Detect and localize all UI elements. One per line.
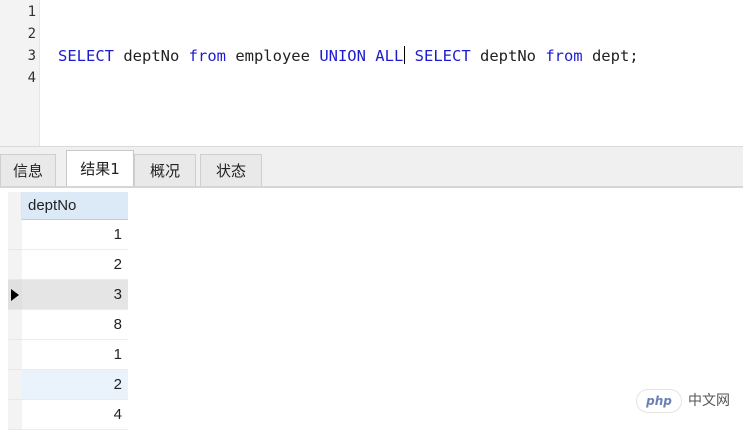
code-identifier: deptNo [470,47,546,65]
table-cell[interactable]: 2 [22,370,128,400]
row-header[interactable] [8,250,22,280]
php-logo-icon: php [636,389,682,413]
line-number: 2 [27,26,36,42]
row-header[interactable] [8,400,22,430]
table-cell[interactable]: 8 [22,310,128,340]
code-identifier: dept; [582,47,639,65]
keyword-union-all: UNION ALL [319,47,404,65]
line-number: 1 [27,4,36,20]
keyword-select: SELECT [414,47,471,65]
table-cell[interactable]: 1 [22,220,128,250]
table-cell[interactable]: 2 [22,250,128,280]
row-header-corner [8,192,22,220]
code-identifier: employee [225,47,320,65]
line-number-gutter: 1 2 3 4 [0,0,40,146]
row-header[interactable] [8,310,22,340]
current-row-pointer-icon [11,289,19,301]
line-number: 4 [27,70,36,86]
row-header[interactable] [8,370,22,400]
column-header-deptno[interactable]: deptNo [22,192,128,220]
tab-profile[interactable]: 概况 [134,154,196,189]
result-tab-strip: 信息 结果1 概况 状态 [0,146,743,189]
tab-result1[interactable]: 结果1 [66,150,134,189]
table-cell-selected[interactable]: 3 [22,280,128,310]
sql-code-line[interactable]: SELECT deptNo from employee UNION ALL SE… [58,45,639,67]
sql-editor[interactable]: 1 2 3 4 SELECT deptNo from employee UNIO… [0,0,743,146]
line-number: 3 [27,48,36,64]
row-header[interactable] [8,340,22,370]
code-identifier: deptNo [114,47,189,65]
result-grid[interactable]: deptNo 1 2 3 8 1 2 4 [0,188,743,432]
table-cell[interactable]: 1 [22,340,128,370]
tab-info[interactable]: 信息 [0,154,56,189]
row-header[interactable] [8,220,22,250]
site-watermark: php 中文网 [636,389,736,413]
tab-status[interactable]: 状态 [200,154,262,189]
keyword-select: SELECT [58,47,114,65]
keyword-from: from [188,47,226,65]
keyword-from: from [545,47,583,65]
table-cell[interactable]: 4 [22,400,128,430]
watermark-text: 中文网 [688,393,730,409]
